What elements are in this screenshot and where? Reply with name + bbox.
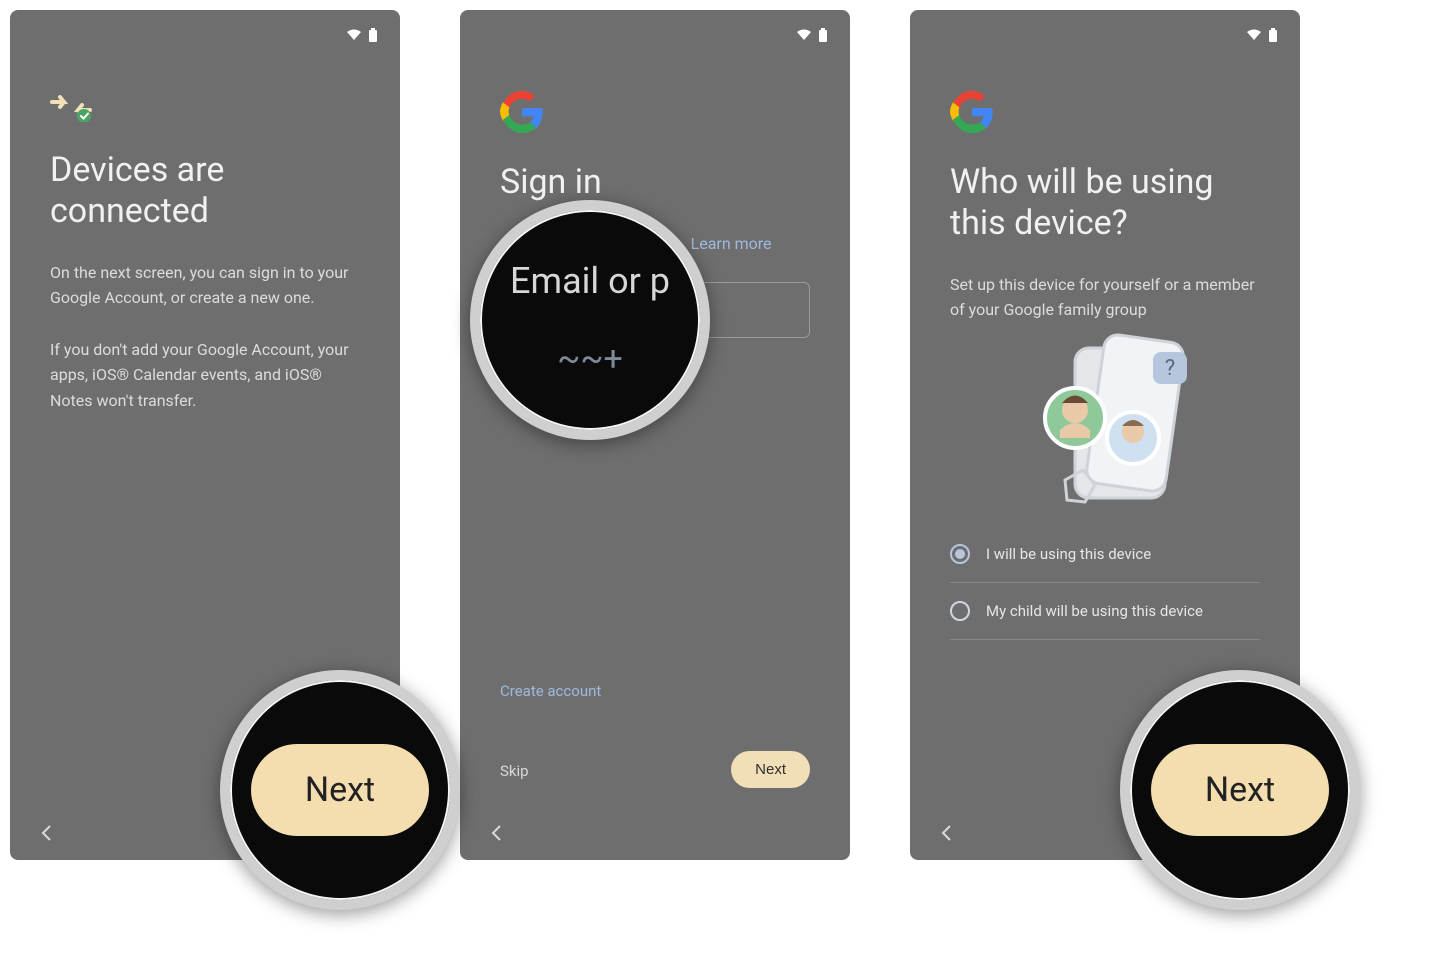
google-logo-icon bbox=[500, 90, 544, 134]
family-illustration-icon: ? bbox=[1005, 330, 1205, 520]
radio-option-child[interactable]: My child will be using this device bbox=[950, 583, 1260, 640]
wifi-icon bbox=[796, 29, 812, 41]
zoom-email-placeholder: Email or p bbox=[510, 260, 670, 303]
screen-devices-connected: Devices are connected On the next screen… bbox=[10, 10, 400, 860]
magnifier-next-button: Next bbox=[1120, 670, 1360, 910]
status-bar bbox=[796, 28, 828, 42]
battery-icon bbox=[368, 28, 378, 42]
subtitle: Set up this device for yourself or a mem… bbox=[950, 272, 1260, 323]
radio-icon bbox=[950, 601, 970, 621]
magnifier-email-input: Email or p ~~+ bbox=[470, 200, 710, 440]
google-logo-icon bbox=[950, 90, 994, 134]
wifi-icon bbox=[1246, 29, 1262, 41]
create-account-link[interactable]: Create account bbox=[500, 682, 601, 700]
page-title: Devices are connected bbox=[50, 150, 360, 232]
status-bar bbox=[346, 28, 378, 42]
status-bar bbox=[1246, 28, 1278, 42]
magnifier-next-button: Next bbox=[220, 670, 460, 910]
devices-connected-icon bbox=[50, 90, 90, 120]
back-button[interactable] bbox=[940, 823, 952, 848]
radio-icon bbox=[950, 544, 970, 564]
radio-option-self[interactable]: I will be using this device bbox=[950, 526, 1260, 583]
back-button[interactable] bbox=[40, 823, 52, 848]
body-paragraph-1: On the next screen, you can sign in to y… bbox=[50, 260, 360, 311]
screen-sign-in: Sign in with your Google Account. Learn … bbox=[460, 10, 850, 860]
radio-label: I will be using this device bbox=[986, 545, 1151, 563]
page-title: Sign in bbox=[500, 162, 810, 203]
zoom-cut-text: ~~+ bbox=[557, 339, 623, 380]
wifi-icon bbox=[346, 29, 362, 41]
page-title: Who will be using this device? bbox=[950, 162, 1260, 244]
svg-text:?: ? bbox=[1165, 356, 1175, 381]
back-button[interactable] bbox=[490, 823, 502, 848]
battery-icon bbox=[1268, 28, 1278, 42]
radio-label: My child will be using this device bbox=[986, 602, 1203, 620]
skip-link[interactable]: Skip bbox=[500, 762, 529, 780]
body-paragraph-2: If you don't add your Google Account, yo… bbox=[50, 337, 360, 414]
next-button[interactable]: Next bbox=[1151, 744, 1329, 836]
learn-more-link[interactable]: Learn more bbox=[691, 234, 772, 253]
battery-icon bbox=[818, 28, 828, 42]
user-type-radio-group: I will be using this device My child wil… bbox=[950, 526, 1260, 640]
screen-who-using: Who will be using this device? Set up th… bbox=[910, 10, 1300, 860]
next-button[interactable]: Next bbox=[731, 751, 810, 788]
next-button[interactable]: Next bbox=[251, 744, 429, 836]
